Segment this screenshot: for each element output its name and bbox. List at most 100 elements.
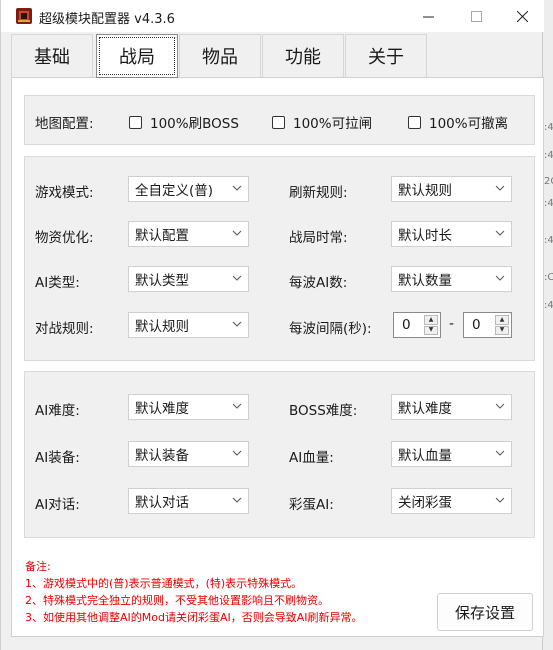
map-config-label: 地图配置: [35,116,94,132]
background-text: :4 [544,150,553,161]
refresh-rule-label: 刷新规则: [289,185,348,201]
combat-rule-label: 对战规则: [35,321,94,337]
select-value: 默认时长 [398,228,452,244]
ai-equipment-select[interactable]: 默认装备 [128,441,249,467]
up-arrow-icon[interactable]: ▲ [495,315,509,325]
wave-count-label: 每波AI数: [289,275,348,291]
select-value: 默认配置 [135,228,189,244]
boss-difficulty-select[interactable]: 默认难度 [391,394,512,420]
wave-interval-min-stepper[interactable]: 0 ▲ ▼ [393,312,441,338]
checkbox-gate[interactable]: 100%可拉闸 [272,112,372,132]
up-arrow-icon[interactable]: ▲ [424,315,438,325]
title-bar[interactable]: 超级模块配置器 v4.3.6 [1,0,544,32]
checkbox-box[interactable] [272,115,285,129]
checkbox-label: 100%可拉闸 [293,116,373,132]
select-value: 全自定义(普) [135,183,214,199]
maximize-icon [470,10,482,22]
background-text: :4 [544,235,553,246]
duration-select[interactable]: 默认时长 [391,221,512,247]
save-settings-button[interactable]: 保存设置 [437,593,533,631]
ai-hp-label: AI血量: [289,450,334,466]
battle-tab-page: 地图配置: 100%刷BOSS 100%可拉闸 100%可撤离 游戏模式: 全自… [11,77,544,637]
note-line: 1、游戏模式中的(普)表示普通模式，(特)表示特殊模式。 [25,577,303,590]
supply-select[interactable]: 默认配置 [128,221,249,247]
ai-difficulty-label: AI难度: [35,403,80,419]
notes-title: 备注: [25,560,51,573]
background-text: :C [544,272,553,283]
interval-separator: - [449,316,455,332]
background-text: :4 [544,198,553,209]
tab-features[interactable]: 功能 [262,34,344,77]
down-arrow-icon[interactable]: ▼ [424,325,438,335]
chevron-down-icon [232,275,242,281]
combat-rule-select[interactable]: 默认规则 [128,312,249,338]
note-line: 2、特殊模式完全独立的规则，不受其他设置影响且不刷物资。 [25,594,329,607]
window-title: 超级模块配置器 v4.3.6 [39,12,175,27]
maximize-button[interactable] [453,0,499,32]
stepper-value[interactable]: 0 [472,317,481,333]
chevron-down-icon [232,403,242,409]
chevron-down-icon [495,230,505,236]
tab-about[interactable]: 关于 [345,34,427,77]
background-text: :4 [544,300,553,311]
close-button[interactable] [499,0,545,32]
checkbox-boss[interactable]: 100%刷BOSS [129,112,239,132]
select-value: 默认规则 [398,183,452,199]
select-value: 默认血量 [398,448,452,464]
checkbox-box[interactable] [129,115,142,129]
ai-dialogue-label: AI对话: [35,497,80,513]
wave-interval-max-stepper[interactable]: 0 ▲ ▼ [463,312,512,338]
chevron-down-icon [495,403,505,409]
chevron-down-icon [232,450,242,456]
select-value: 默认难度 [135,401,189,417]
chevron-down-icon [232,321,242,327]
background-text: 2C [544,176,553,187]
checkbox-evac[interactable]: 100%可撤离 [408,112,508,132]
game-mode-select[interactable]: 全自定义(普) [128,176,249,202]
battle-settings-group: 游戏模式: 全自定义(普) 刷新规则: 默认规则 物资优化: 默认配置 战局时常… [24,156,535,361]
tab-items[interactable]: 物品 [179,34,261,77]
down-arrow-icon[interactable]: ▼ [495,325,509,335]
boss-difficulty-label: BOSS难度: [289,403,358,419]
stepper-arrows: ▲ ▼ [495,315,509,335]
stepper-value[interactable]: 0 [402,317,411,333]
map-config-group: 地图配置: 100%刷BOSS 100%可拉闸 100%可撤离 [24,95,535,145]
stepper-arrows: ▲ ▼ [424,315,438,335]
checkbox-label: 100%可撤离 [429,116,509,132]
chevron-down-icon [495,275,505,281]
ai-equipment-label: AI装备: [35,450,80,466]
ai-type-select[interactable]: 默认类型 [128,266,249,292]
tab-battle[interactable]: 战局 [96,34,178,78]
minimize-button[interactable] [405,0,451,32]
note-line: 3、如使用其他调整AI的Mod请关闭彩蛋AI，否则会导致AI刷新异常。 [25,611,363,624]
select-value: 默认装备 [135,448,189,464]
ai-dialogue-select[interactable]: 默认对话 [128,488,249,514]
tab-basic[interactable]: 基础 [11,34,93,77]
select-value: 默认对话 [135,495,189,511]
chevron-down-icon [232,497,242,503]
checkbox-label: 100%刷BOSS [150,116,239,132]
chevron-down-icon [495,185,505,191]
refresh-rule-select[interactable]: 默认规则 [391,176,512,202]
chevron-down-icon [495,450,505,456]
close-icon [516,10,528,22]
background-text: :4 [544,122,553,133]
app-icon [16,8,32,24]
ai-difficulty-select[interactable]: 默认难度 [128,394,249,420]
easter-egg-label: 彩蛋AI: [289,497,334,513]
wave-count-select[interactable]: 默认数量 [391,266,512,292]
ai-type-label: AI类型: [35,275,80,291]
easter-egg-select[interactable]: 关闭彩蛋 [391,488,512,514]
select-value: 默认类型 [135,273,189,289]
wave-interval-label: 每波间隔(秒): [289,321,372,337]
ai-hp-select[interactable]: 默认血量 [391,441,512,467]
duration-label: 战局时常: [289,230,348,246]
select-value: 关闭彩蛋 [398,495,452,511]
select-value: 默认规则 [135,319,189,335]
checkbox-box[interactable] [408,115,421,129]
chevron-down-icon [232,185,242,191]
minimize-icon [422,16,434,17]
ai-settings-group: AI难度: 默认难度 BOSS难度: 默认难度 AI装备: 默认装备 AI血量:… [24,371,535,538]
supply-label: 物资优化: [35,230,94,246]
chevron-down-icon [495,497,505,503]
